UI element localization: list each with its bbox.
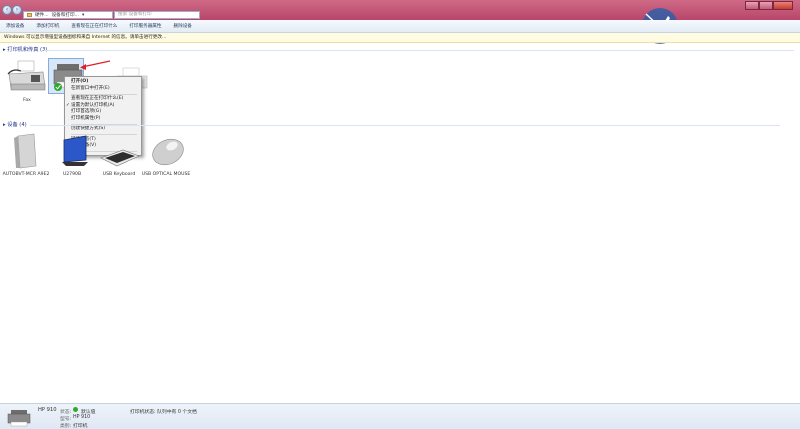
arrow-to-printer xyxy=(81,60,111,68)
device-keyboard[interactable]: USB Keyboard xyxy=(94,132,144,178)
default-check-icon xyxy=(73,407,78,412)
details-device-name: HP 910 xyxy=(38,407,57,413)
details-category-value: 打印机 xyxy=(73,424,88,429)
device-computer[interactable]: AUTOBVT-MCR A9E2 xyxy=(1,132,51,178)
details-status-value: 默认值 xyxy=(81,410,96,415)
device-label: USB Keyboard xyxy=(102,172,136,177)
computer-tower-icon xyxy=(14,133,37,169)
device-monitor[interactable]: U2790B xyxy=(47,132,97,178)
menu-item-printer-properties[interactable]: 打印机属性(P) xyxy=(65,116,141,123)
menu-separator xyxy=(71,93,137,95)
keyboard-icon xyxy=(100,149,140,167)
device-label: USB OPTICAL MOUSE xyxy=(141,172,191,177)
device-mouse[interactable]: USB OPTICAL MOUSE xyxy=(141,132,191,178)
device-label: U2790B xyxy=(62,172,82,177)
arrowhead-icon xyxy=(80,64,86,70)
annotation-arrows xyxy=(80,60,129,121)
menu-item-open-new-window[interactable]: 在新窗口中打开(E) xyxy=(65,86,141,93)
details-model-value: HP 910 xyxy=(73,415,91,420)
monitor-icon xyxy=(62,135,88,166)
printer-icon xyxy=(7,410,31,427)
details-pane: HP 910 状态: 默认值 型号: HP 910 类别: 打印机 打印机状态:… xyxy=(0,403,800,429)
details-status-key: 状态: xyxy=(60,410,72,415)
details-model-key: 型号: xyxy=(60,417,72,422)
section-divider xyxy=(30,125,780,126)
details-print-status: 打印机状态: 队列中有 0 个文档 xyxy=(130,410,197,415)
section-devices[interactable]: ▸ 设备 (4) xyxy=(3,121,27,128)
details-category-key: 类别: xyxy=(60,424,72,429)
device-label: AUTOBVT-MCR A9E2 xyxy=(2,172,50,177)
mouse-icon xyxy=(152,138,184,166)
